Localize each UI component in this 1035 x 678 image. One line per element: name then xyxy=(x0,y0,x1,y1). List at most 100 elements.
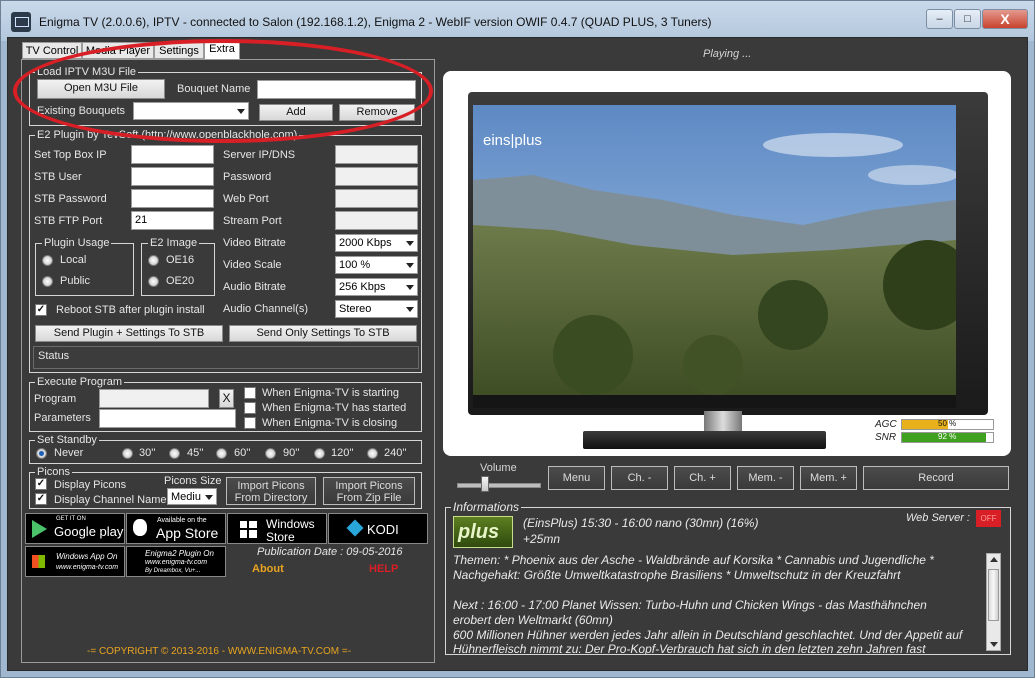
about-link[interactable]: About xyxy=(252,563,284,575)
execute-program-label: Execute Program xyxy=(35,376,124,388)
volume-label: Volume xyxy=(480,462,517,474)
display-picons-label: Display Picons xyxy=(54,479,127,491)
import-picons-zip-button[interactable]: Import Picons From Zip File xyxy=(323,477,415,505)
snr-label: SNR xyxy=(875,432,897,443)
image-oe20-label: OE20 xyxy=(166,275,195,287)
agc-label: AGC xyxy=(875,419,897,430)
reboot-checkbox[interactable]: ✓ xyxy=(35,304,47,316)
stb-user-label: STB User xyxy=(34,171,82,183)
app-window: Enigma TV (2.0.0.6), IPTV - connected to… xyxy=(0,0,1035,678)
next-line-1: Next : 16:00 - 17:00 Planet Wissen: Turb… xyxy=(453,598,927,612)
tv-icon xyxy=(11,12,31,32)
stream-port-input[interactable] xyxy=(335,211,418,230)
windows-store-badge[interactable]: Windows Store xyxy=(227,513,327,544)
image-oe20-radio[interactable] xyxy=(148,276,159,287)
themen-line-2: Nachgehakt: Größte Umweltkatastrophe Bra… xyxy=(453,568,901,582)
memory-plus-button[interactable]: Mem. + xyxy=(800,466,857,490)
next-line-4: Hühnerfleisch nimmt zu: Der Pro-Kopf-Ver… xyxy=(453,642,926,654)
volume-track[interactable] xyxy=(457,483,541,488)
channel-picon: plus xyxy=(453,516,513,548)
standby-45-radio[interactable] xyxy=(169,448,180,459)
video-bitrate-select[interactable]: 2000 Kbps xyxy=(335,234,418,252)
video-screen[interactable]: eins|plus xyxy=(473,105,956,408)
standby-120-radio[interactable] xyxy=(314,448,325,459)
web-port-input[interactable] xyxy=(335,189,418,208)
standby-240-radio[interactable] xyxy=(367,448,378,459)
display-picons-checkbox[interactable]: ✓ xyxy=(35,478,47,490)
memory-minus-button[interactable]: Mem. - xyxy=(737,466,794,490)
display-channel-name-checkbox[interactable]: ✓ xyxy=(35,493,47,505)
standby-90-radio[interactable] xyxy=(265,448,276,459)
minimize-button[interactable]: – xyxy=(926,9,953,29)
password-input[interactable] xyxy=(335,167,418,186)
when-closing-label: When Enigma-TV is closing xyxy=(262,417,398,429)
web-server-label: Web Server : xyxy=(906,512,970,524)
video-bitrate-label: Video Bitrate xyxy=(223,237,286,249)
when-starting-label: When Enigma-TV is starting xyxy=(262,387,399,399)
audio-bitrate-select[interactable]: 256 Kbps xyxy=(335,278,418,296)
kodi-badge[interactable]: KODI xyxy=(328,513,428,544)
chevron-down-icon xyxy=(406,263,414,268)
usage-public-radio[interactable] xyxy=(42,276,53,287)
volume-slider-handle[interactable] xyxy=(481,476,489,492)
publication-date: Publication Date : 09-05-2016 xyxy=(257,546,403,558)
windows-logo-icon xyxy=(32,555,45,568)
send-settings-button[interactable]: Send Only Settings To STB xyxy=(229,325,417,342)
server-ip-label: Server IP/DNS xyxy=(223,149,296,161)
standby-240-label: 240'' xyxy=(384,447,407,459)
program-input[interactable] xyxy=(99,389,209,408)
next-line-2: erobert den Weltmarkt (60mn) xyxy=(453,613,613,627)
record-button[interactable]: Record xyxy=(863,466,1009,490)
when-starting-checkbox[interactable] xyxy=(244,387,256,399)
play-icon xyxy=(32,520,47,538)
send-plugin-settings-button[interactable]: Send Plugin + Settings To STB xyxy=(35,325,223,342)
title-bar[interactable]: Enigma TV (2.0.0.6), IPTV - connected to… xyxy=(1,1,1034,41)
stb-ip-input[interactable] xyxy=(131,145,214,164)
apple-icon xyxy=(133,519,147,536)
current-program-line: (EinsPlus) 15:30 - 16:00 nano (30mn) (16… xyxy=(523,516,759,530)
stb-ftp-port-input[interactable]: 21 xyxy=(131,211,214,230)
picons-label: Picons xyxy=(35,466,73,478)
usage-local-label: Local xyxy=(60,254,87,266)
usage-local-radio[interactable] xyxy=(42,255,53,266)
scroll-thumb[interactable] xyxy=(988,569,999,621)
close-button[interactable]: X xyxy=(982,9,1028,29)
channel-down-button[interactable]: Ch. - xyxy=(611,466,668,490)
enigma2-plugin-badge[interactable]: Enigma2 Plugin On www.enigma-tv.com By D… xyxy=(126,546,226,577)
video-scale-select[interactable]: 100 % xyxy=(335,256,418,274)
themen-line-1: Themen: * Phoenix aus der Asche - Waldbr… xyxy=(453,553,934,567)
when-closing-checkbox[interactable] xyxy=(244,417,256,429)
reboot-label: Reboot STB after plugin install xyxy=(56,304,205,316)
chevron-down-icon xyxy=(205,495,213,500)
clear-program-button[interactable]: X xyxy=(219,389,234,408)
image-oe16-radio[interactable] xyxy=(148,255,159,266)
when-started-label: When Enigma-TV has started xyxy=(262,402,407,414)
help-link[interactable]: HELP xyxy=(369,563,398,575)
scroll-down-icon[interactable] xyxy=(990,642,998,647)
standby-30-label: 30'' xyxy=(139,447,156,459)
standby-60-radio[interactable] xyxy=(216,448,227,459)
agc-meter: 50 % xyxy=(901,419,994,430)
server-ip-input[interactable] xyxy=(335,145,418,164)
standby-never-radio[interactable] xyxy=(36,448,47,459)
scroll-up-icon[interactable] xyxy=(990,557,998,562)
parameters-input[interactable] xyxy=(99,409,236,428)
stb-password-input[interactable] xyxy=(131,189,214,208)
menu-button[interactable]: Menu xyxy=(548,466,605,490)
channel-up-button[interactable]: Ch. + xyxy=(674,466,731,490)
picons-size-select[interactable]: Mediu xyxy=(167,488,217,505)
when-started-checkbox[interactable] xyxy=(244,402,256,414)
audio-channels-select[interactable]: Stereo xyxy=(335,300,418,318)
import-picons-directory-button[interactable]: Import Picons From Directory xyxy=(226,477,316,505)
app-store-badge[interactable]: Available on the App Store xyxy=(126,513,226,544)
stb-ip-label: Set Top Box IP xyxy=(34,149,107,161)
standby-45-label: 45'' xyxy=(187,447,204,459)
google-play-badge[interactable]: GET IT ON Google play xyxy=(25,513,125,544)
audio-channels-label: Audio Channel(s) xyxy=(223,303,308,315)
standby-30-radio[interactable] xyxy=(122,448,133,459)
windows-app-badge[interactable]: Windows App On www.enigma-tv.com xyxy=(25,546,125,577)
maximize-button[interactable]: □ xyxy=(954,9,981,29)
web-server-status[interactable]: OFF xyxy=(976,510,1001,527)
usage-public-label: Public xyxy=(60,275,90,287)
stb-user-input[interactable] xyxy=(131,167,214,186)
